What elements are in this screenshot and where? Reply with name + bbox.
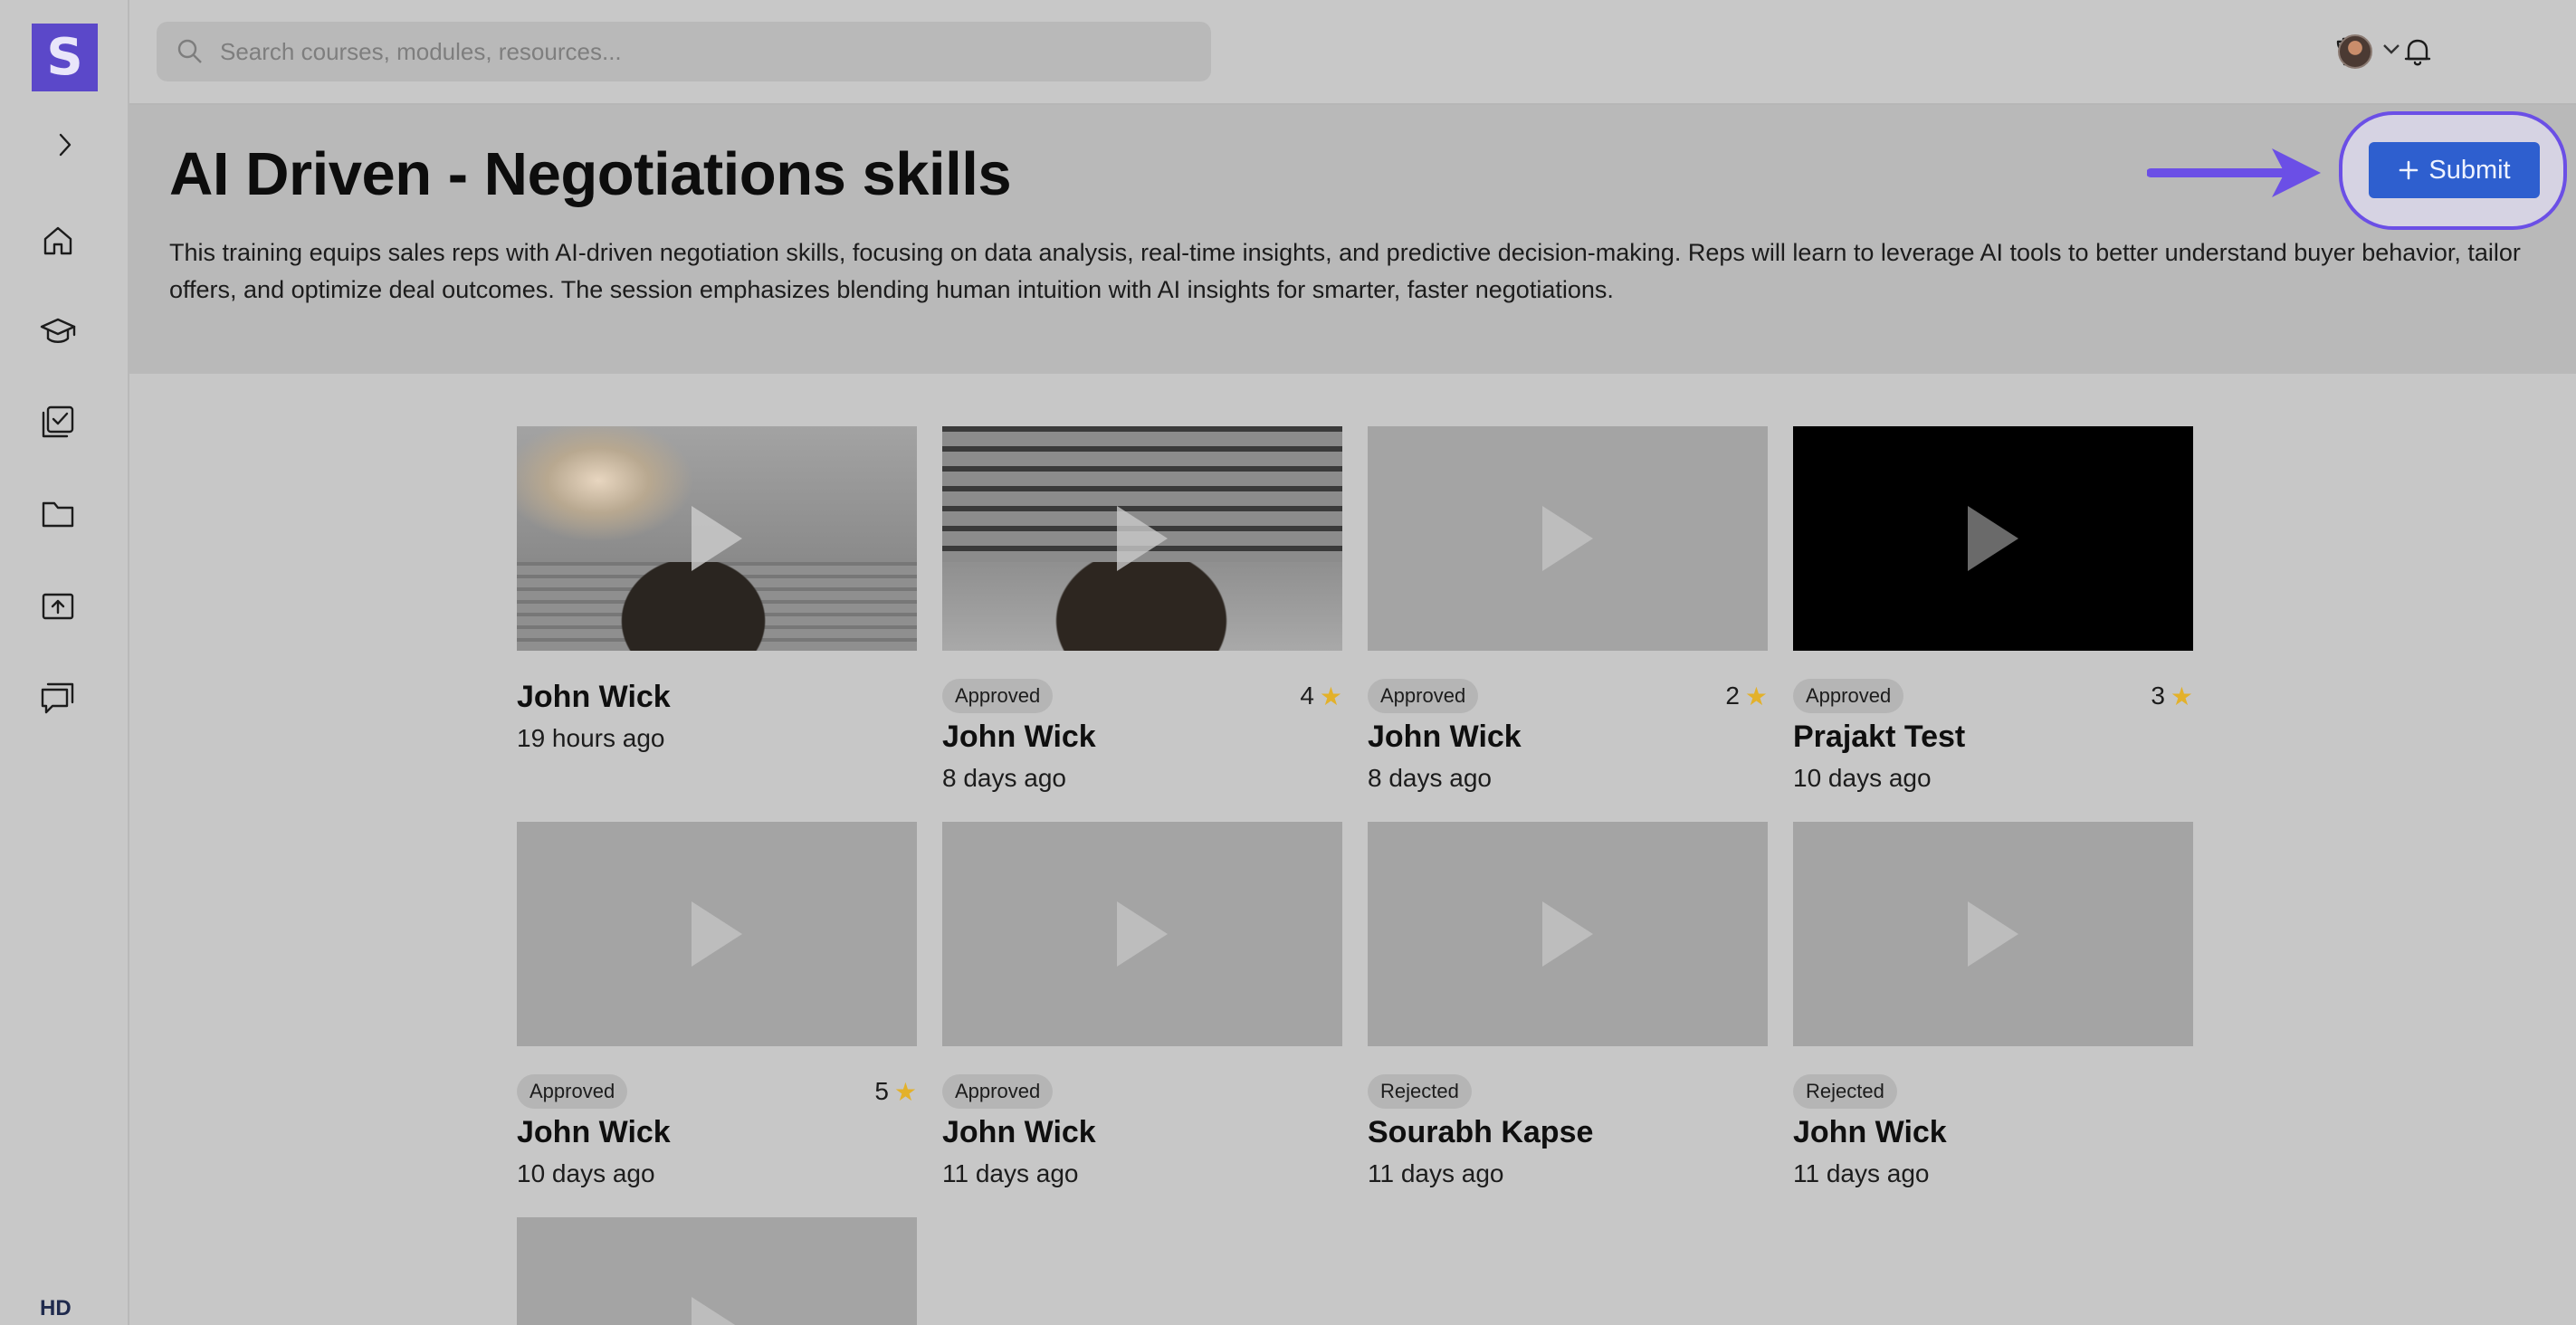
play-icon[interactable] bbox=[1964, 898, 2022, 970]
submission-card[interactable]: Rejected Sourabh Kapse 11 days ago bbox=[1368, 822, 1768, 1188]
video-thumbnail[interactable] bbox=[1793, 822, 2193, 1046]
submission-card[interactable]: John Wick 19 hours ago bbox=[517, 426, 917, 753]
play-icon[interactable] bbox=[1113, 502, 1171, 575]
status-badge: Approved bbox=[1793, 679, 1904, 713]
checklist-icon[interactable] bbox=[34, 398, 81, 445]
video-thumbnail[interactable] bbox=[1793, 426, 2193, 651]
rating: 3 ★ bbox=[2151, 682, 2193, 711]
submission-time: 11 days ago bbox=[1793, 1159, 1930, 1187]
sidebar: S HD bbox=[0, 0, 129, 1325]
page-title: AI Driven - Negotiations skills bbox=[169, 140, 1012, 208]
play-icon[interactable] bbox=[688, 502, 746, 575]
submitter-name: John Wick bbox=[517, 680, 671, 714]
submit-label: Submit bbox=[2428, 155, 2511, 185]
submission-card[interactable]: Approved John Wick 11 days ago bbox=[942, 822, 1342, 1188]
star-icon: ★ bbox=[2170, 681, 2193, 711]
rating-value: 3 bbox=[2151, 682, 2165, 710]
play-icon[interactable] bbox=[1113, 898, 1171, 970]
rating-value: 2 bbox=[1725, 682, 1740, 710]
search-icon bbox=[177, 39, 202, 63]
play-icon[interactable] bbox=[1964, 502, 2022, 575]
user-avatar[interactable] bbox=[2338, 34, 2372, 69]
submitter-name: Sourabh Kapse bbox=[1368, 1115, 1594, 1149]
submission-card[interactable]: Approved 3 ★ Prajakt Test 10 days ago bbox=[1793, 426, 2193, 793]
submission-time: 8 days ago bbox=[942, 764, 1066, 792]
submission-time: 11 days ago bbox=[1368, 1159, 1504, 1187]
home-icon[interactable] bbox=[34, 217, 81, 264]
submission-card[interactable] bbox=[517, 1217, 917, 1325]
arrow-pointer-icon bbox=[2147, 148, 2321, 197]
rating: 4 ★ bbox=[1300, 682, 1342, 711]
submission-time: 10 days ago bbox=[1793, 764, 1932, 792]
star-icon: ★ bbox=[893, 1076, 917, 1107]
submission-card[interactable]: Approved 2 ★ John Wick 8 days ago bbox=[1368, 426, 1768, 793]
search-input[interactable] bbox=[220, 37, 1170, 66]
status-badge: Rejected bbox=[1793, 1074, 1897, 1109]
video-thumbnail[interactable] bbox=[517, 1217, 917, 1325]
upload-icon[interactable] bbox=[34, 583, 81, 630]
star-icon: ★ bbox=[1319, 681, 1342, 711]
submission-card[interactable]: Approved 4 ★ John Wick 8 days ago bbox=[942, 426, 1342, 793]
status-badge: Approved bbox=[942, 679, 1054, 713]
submission-time: 10 days ago bbox=[517, 1159, 655, 1187]
submitter-name: Prajakt Test bbox=[1793, 720, 1966, 754]
submitter-name: John Wick bbox=[942, 1115, 1096, 1149]
submission-time: 11 days ago bbox=[942, 1159, 1079, 1187]
star-icon: ★ bbox=[1744, 681, 1768, 711]
app-logo[interactable]: S bbox=[32, 24, 98, 91]
video-thumbnail[interactable] bbox=[517, 426, 917, 651]
submission-card[interactable]: Approved 5 ★ John Wick 10 days ago bbox=[517, 822, 917, 1188]
status-badge: Rejected bbox=[1368, 1074, 1472, 1109]
rating-value: 4 bbox=[1300, 682, 1314, 710]
status-badge: Approved bbox=[1368, 679, 1479, 713]
bottom-badge-icon[interactable]: HD bbox=[40, 1296, 87, 1325]
play-icon[interactable] bbox=[1539, 502, 1597, 575]
submitter-name: John Wick bbox=[517, 1115, 671, 1149]
rating-value: 5 bbox=[874, 1077, 889, 1105]
submitter-name: John Wick bbox=[942, 720, 1096, 754]
search-bar[interactable] bbox=[157, 22, 1211, 81]
video-thumbnail[interactable] bbox=[1368, 822, 1768, 1046]
top-bar bbox=[129, 0, 2576, 105]
submitter-name: John Wick bbox=[1793, 1115, 1947, 1149]
expand-sidebar-icon[interactable] bbox=[47, 127, 83, 163]
chevron-down-icon[interactable] bbox=[2380, 42, 2402, 61]
submission-time: 19 hours ago bbox=[517, 724, 665, 752]
plus-icon bbox=[2399, 160, 2419, 180]
submission-time: 8 days ago bbox=[1368, 764, 1492, 792]
submission-card[interactable]: Rejected John Wick 11 days ago bbox=[1793, 822, 2193, 1188]
video-thumbnail[interactable] bbox=[942, 822, 1342, 1046]
app-window: S HD Search courses, modules, resources.… bbox=[0, 0, 2576, 1325]
submitter-name: John Wick bbox=[1368, 720, 1522, 754]
video-thumbnail[interactable] bbox=[517, 822, 917, 1046]
play-icon[interactable] bbox=[1539, 898, 1597, 970]
bell-icon[interactable] bbox=[2397, 31, 2438, 72]
status-badge: Approved bbox=[517, 1074, 628, 1109]
folder-icon[interactable] bbox=[34, 491, 81, 538]
chat-icon[interactable] bbox=[34, 673, 81, 720]
status-badge: Approved bbox=[942, 1074, 1054, 1109]
play-icon[interactable] bbox=[688, 898, 746, 970]
video-thumbnail[interactable] bbox=[942, 426, 1342, 651]
submit-button[interactable]: Submit bbox=[2369, 142, 2540, 198]
rating: 5 ★ bbox=[874, 1077, 917, 1107]
rating: 2 ★ bbox=[1725, 682, 1768, 711]
play-icon[interactable] bbox=[688, 1293, 746, 1325]
video-thumbnail[interactable] bbox=[1368, 426, 1768, 651]
graduation-cap-icon[interactable] bbox=[34, 308, 81, 355]
course-description: This training equips sales reps with AI-… bbox=[169, 239, 2521, 303]
